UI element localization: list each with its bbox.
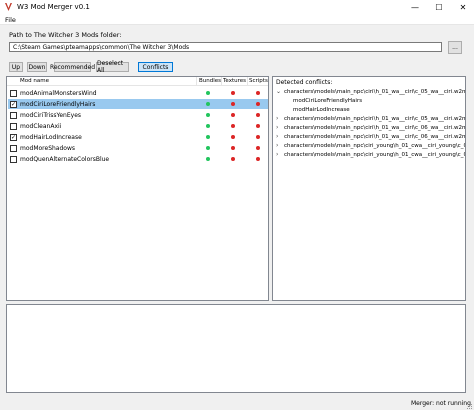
scripts-status-dot — [256, 135, 260, 139]
mod-row[interactable]: ✓ modHairLodIncrease — [8, 132, 268, 142]
status-bar: Merger: not running — [0, 398, 474, 410]
scripts-status-dot — [256, 124, 260, 128]
chevron-right-icon[interactable]: › — [276, 115, 278, 122]
conflict-path: characters\models\main_npc\ciri\h_01_wa_… — [284, 134, 465, 140]
column-bundles[interactable]: Bundles — [199, 78, 221, 84]
mod-name: modMoreShadows — [20, 145, 75, 152]
mod-name: modAnimalMonstersWind — [20, 90, 97, 97]
scripts-status-dot — [256, 146, 260, 150]
bundles-status-dot — [206, 124, 210, 128]
textures-status-dot — [231, 157, 235, 161]
textures-status-dot — [231, 113, 235, 117]
textures-status-dot — [231, 124, 235, 128]
deselect-all-button[interactable]: Deselect All — [96, 60, 129, 74]
conflict-item[interactable]: › characters\models\main_npc\ciri\h_01_wa… — [273, 133, 465, 142]
conflicts-title: Detected conflicts: — [276, 79, 333, 86]
witcher-medallion-icon — [5, 3, 12, 11]
mod-checkbox[interactable] — [10, 156, 17, 163]
scripts-status-dot — [256, 157, 260, 161]
bundles-status-dot — [206, 157, 210, 161]
column-mod-name[interactable]: Mod name — [20, 78, 49, 84]
up-button[interactable]: Up — [9, 62, 23, 72]
conflict-path: characters\models\main_npc\ciri\h_01_wa_… — [284, 89, 465, 95]
scripts-status-dot — [256, 91, 260, 95]
conflict-item[interactable]: › characters\models\main_npc\ciri\h_01_wa… — [273, 115, 465, 124]
textures-status-dot — [231, 91, 235, 95]
recommended-button[interactable]: Recommended — [50, 62, 95, 72]
column-textures[interactable]: Textures — [223, 78, 246, 84]
conflict-mod[interactable]: modCiriLoreFriendlyHairs — [273, 97, 465, 106]
mod-name: modCiriLoreFriendlyHairs — [20, 101, 96, 108]
minimize-button[interactable]: — — [403, 0, 427, 14]
scripts-status-dot — [256, 102, 260, 106]
mods-path-input[interactable] — [9, 42, 442, 52]
mods-path-label: Path to The Witcher 3 Mods folder: — [9, 31, 122, 39]
merger-status: Merger: not running — [411, 400, 471, 407]
chevron-right-icon[interactable]: › — [276, 151, 278, 158]
title-bar: W3 Mod Merger v0.1 — ☐ ✕ — [0, 0, 474, 14]
mod-name: modCleanAxii — [20, 123, 62, 130]
conflict-item[interactable]: ⌄ characters\models\main_npc\ciri\h_01_wa… — [273, 88, 465, 97]
conflict-path: characters\models\main_npc\ciri_young\h_… — [284, 143, 465, 149]
bundles-status-dot — [206, 102, 210, 106]
conflict-item[interactable]: › characters\models\main_npc\ciri_young\h… — [273, 142, 465, 151]
mod-name: modQuenAlternateColorsBlue — [20, 156, 110, 163]
bundles-status-dot — [206, 113, 210, 117]
menu-bar: File — [0, 14, 474, 25]
bundles-status-dot — [206, 135, 210, 139]
mod-checkbox[interactable]: ✓ — [10, 134, 17, 141]
browse-button[interactable]: ... — [448, 41, 462, 54]
conflict-item[interactable]: › characters\models\main_npc\ciri_young\h… — [273, 151, 465, 160]
close-button[interactable]: ✕ — [451, 0, 474, 14]
chevron-right-icon[interactable]: › — [276, 124, 278, 131]
bundles-status-dot — [206, 146, 210, 150]
conflict-path: characters\models\main_npc\ciri_young\h_… — [284, 152, 465, 158]
conflict-mod[interactable]: modHairLodIncrease — [273, 106, 465, 115]
conflict-mod-name: modHairLodIncrease — [293, 107, 350, 113]
mod-checkbox[interactable]: ✓ — [10, 101, 17, 108]
chevron-right-icon[interactable]: › — [276, 142, 278, 149]
mods-list-header: Mod name Bundles Textures Scripts — [7, 77, 268, 86]
down-button[interactable]: Down — [27, 62, 47, 72]
textures-status-dot — [231, 135, 235, 139]
menu-file[interactable]: File — [5, 16, 16, 24]
mod-row[interactable]: modQuenAlternateColorsBlue — [8, 154, 268, 164]
column-divider — [247, 77, 248, 86]
scripts-status-dot — [256, 113, 260, 117]
mod-checkbox[interactable] — [10, 90, 17, 97]
mod-row[interactable]: modAnimalMonstersWind — [8, 88, 268, 98]
textures-status-dot — [231, 146, 235, 150]
conflicts-tree[interactable]: Detected conflicts: ⌄ characters\models\m… — [272, 76, 466, 301]
bundles-status-dot — [206, 91, 210, 95]
mod-row[interactable]: modCiriTrissYenEyes — [8, 110, 268, 120]
mods-list[interactable]: Mod name Bundles Textures Scripts modAni… — [6, 76, 269, 301]
column-divider — [221, 77, 222, 86]
mod-row[interactable]: modMoreShadows — [8, 143, 268, 153]
mod-row[interactable]: ✓ modCiriLoreFriendlyHairs — [8, 99, 268, 109]
mod-checkbox[interactable] — [10, 145, 17, 152]
chevron-down-icon[interactable]: ⌄ — [276, 88, 281, 95]
column-divider — [196, 77, 197, 86]
window-title: W3 Mod Merger v0.1 — [17, 3, 90, 11]
mod-checkbox[interactable] — [10, 112, 17, 119]
conflict-path: characters\models\main_npc\ciri\h_01_wa_… — [284, 125, 465, 131]
conflict-item[interactable]: › characters\models\main_npc\ciri\h_01_wa… — [273, 124, 465, 133]
mod-row[interactable]: modCleanAxii — [8, 121, 268, 131]
chevron-right-icon[interactable]: › — [276, 133, 278, 140]
maximize-button[interactable]: ☐ — [427, 0, 451, 14]
conflict-path: characters\models\main_npc\ciri\h_01_wa_… — [284, 116, 465, 122]
mod-name: modHairLodIncrease — [20, 134, 82, 141]
resize-grip-icon[interactable] — [466, 403, 473, 410]
mod-name: modCiriTrissYenEyes — [20, 112, 82, 119]
mod-checkbox[interactable] — [10, 123, 17, 130]
conflict-mod-name: modCiriLoreFriendlyHairs — [293, 98, 363, 104]
column-scripts[interactable]: Scripts — [249, 78, 268, 84]
log-output[interactable] — [6, 304, 466, 393]
textures-status-dot — [231, 102, 235, 106]
conflicts-button[interactable]: Conflicts — [138, 62, 173, 72]
